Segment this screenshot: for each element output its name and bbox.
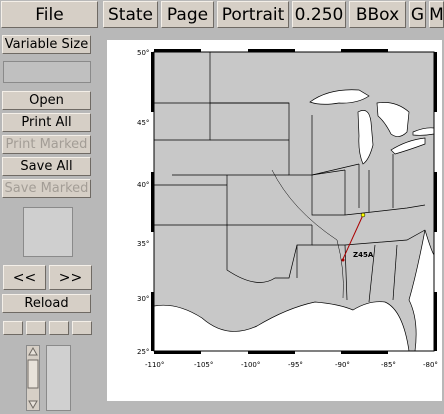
filename-field — [3, 61, 91, 83]
print-all-button[interactable]: Print All — [2, 113, 91, 132]
scroll-arrows-icon — [27, 346, 39, 410]
save-all-button[interactable]: Save All — [2, 157, 91, 176]
lon-tick-95: -95° — [288, 361, 303, 369]
file-menu-button[interactable]: File — [1, 1, 98, 28]
station-marker — [341, 258, 345, 262]
save-marked-button[interactable]: Save Marked — [2, 179, 91, 198]
state-button[interactable]: State — [103, 1, 158, 28]
lat-tick-45: 45° — [137, 119, 149, 127]
orientation-button[interactable]: Portrait — [217, 1, 289, 28]
prev-page-button[interactable]: << — [3, 265, 46, 290]
event-marker — [360, 212, 366, 218]
map-viewer[interactable]: Z45A 50° 45° 40° 35° 30° 25° -110° -105°… — [107, 40, 442, 401]
reload-button[interactable]: Reload — [2, 294, 91, 313]
lat-tick-50: 50° — [137, 49, 149, 57]
lon-tick-80: -80° — [423, 361, 438, 369]
page-button[interactable]: Page — [161, 1, 214, 28]
mark-toggle-1[interactable] — [3, 321, 23, 335]
lon-tick-110: -110° — [145, 361, 164, 369]
station-label: Z45A — [353, 251, 374, 259]
page-list-scrollbar[interactable] — [26, 345, 40, 411]
lon-tick-100: -100° — [241, 361, 260, 369]
lat-tick-35: 35° — [137, 240, 149, 248]
open-button[interactable]: Open — [2, 91, 91, 110]
mark-toggle-3[interactable] — [49, 321, 69, 335]
map-canvas: Z45A 50° 45° 40° 35° 30° 25° -110° -105°… — [137, 49, 438, 369]
mark-toggle-4[interactable] — [72, 321, 92, 335]
m-button[interactable]: M — [429, 1, 444, 28]
next-page-button[interactable]: >> — [49, 265, 92, 290]
print-marked-button[interactable]: Print Marked — [2, 135, 91, 154]
g-button[interactable]: G — [409, 1, 426, 28]
scale-button[interactable]: 0.250 — [292, 1, 346, 28]
lon-tick-105: -105° — [194, 361, 213, 369]
lon-tick-85: -85° — [381, 361, 396, 369]
mark-toggle-2[interactable] — [26, 321, 46, 335]
lat-tick-25: 25° — [137, 348, 149, 356]
land-fill — [154, 52, 434, 351]
lon-tick-90: -90° — [335, 361, 350, 369]
page-list[interactable] — [46, 345, 71, 411]
lat-tick-40: 40° — [137, 181, 149, 189]
bbox-button[interactable]: BBox — [349, 1, 406, 28]
thumbnail-panel[interactable] — [23, 207, 73, 257]
lat-tick-30: 30° — [137, 295, 149, 303]
variable-size-button[interactable]: Variable Size — [2, 35, 91, 54]
